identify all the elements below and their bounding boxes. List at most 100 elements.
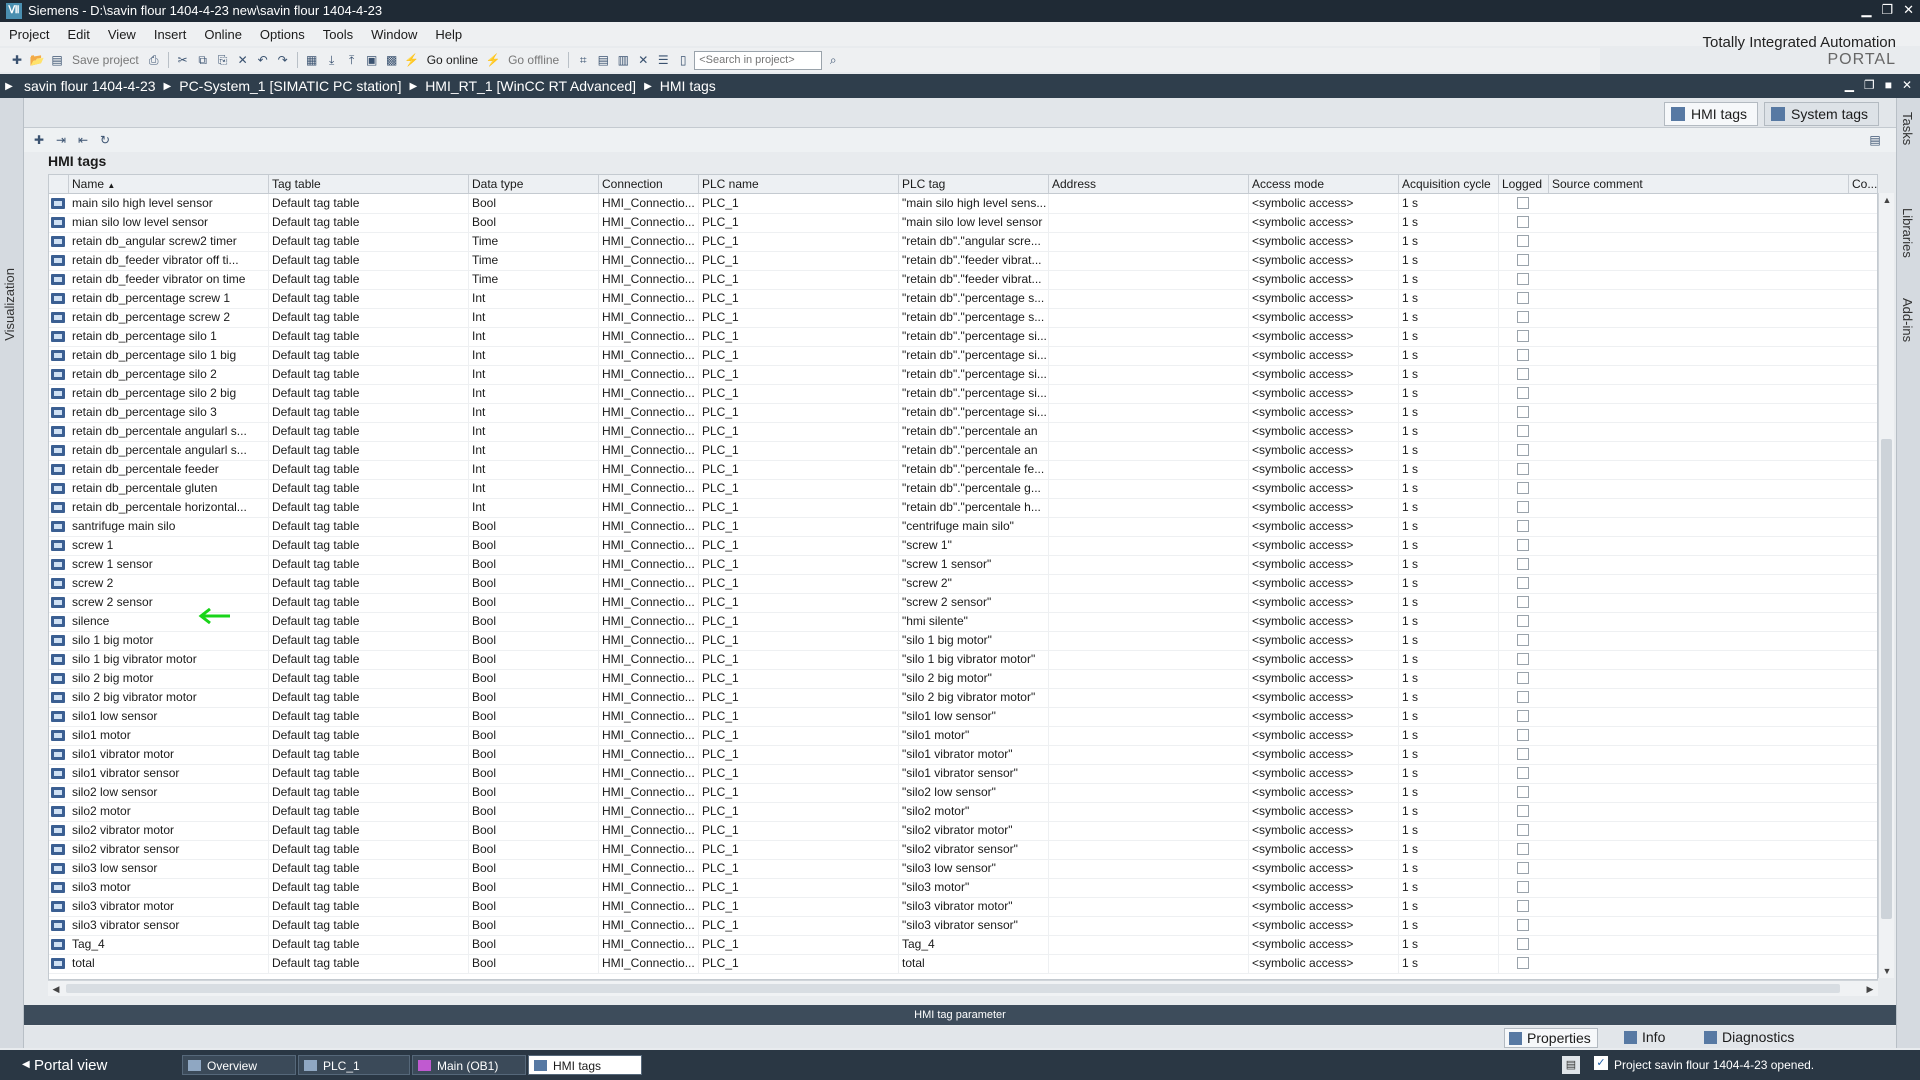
undo-icon[interactable]: ↶ [254, 51, 272, 69]
cell-access-mode[interactable]: <symbolic access> [1249, 897, 1399, 916]
breadcrumb-pc-system[interactable]: PC-System_1 [SIMATIC PC station] [173, 78, 407, 94]
cell-plc-tag[interactable]: "retain db"."percentale an [899, 441, 1049, 460]
table-row[interactable]: retain db_percentage silo 1 Default tag t… [49, 327, 1877, 347]
editor-maximize-icon[interactable]: ■ [1885, 78, 1892, 92]
cell-plc-name[interactable]: PLC_1 [699, 308, 899, 327]
cell-name[interactable]: retain db_percentage screw 1 [69, 289, 269, 308]
cell-name[interactable]: retain db_percentage screw 2 [69, 308, 269, 327]
cell-connection[interactable]: HMI_Connectio... [599, 498, 699, 517]
cell-connection[interactable]: HMI_Connectio... [599, 403, 699, 422]
column-header-data-type[interactable]: Data type [469, 175, 599, 193]
cell-plc-name[interactable]: PLC_1 [699, 726, 899, 745]
menu-project[interactable]: Project [0, 27, 58, 42]
cell-plc-tag[interactable]: "centrifuge main silo" [899, 517, 1049, 536]
cell-tag-table[interactable]: Default tag table [269, 574, 469, 593]
cell-connection[interactable]: HMI_Connectio... [599, 593, 699, 612]
cell-acquisition-cycle[interactable]: 1 s [1399, 612, 1499, 631]
table-row[interactable]: silo2 vibrator sensor Default tag table Bo… [49, 840, 1877, 860]
cell-address[interactable] [1049, 726, 1249, 745]
taskbar-hmi-tags[interactable]: HMI tags [528, 1055, 642, 1075]
cell-address[interactable] [1049, 479, 1249, 498]
cell-data-type[interactable]: Bool [469, 536, 599, 555]
cell-access-mode[interactable]: <symbolic access> [1249, 916, 1399, 935]
cell-plc-tag[interactable]: "retain db"."percentage si... [899, 384, 1049, 403]
logged-checkbox[interactable] [1517, 881, 1529, 893]
cell-data-type[interactable]: Bool [469, 764, 599, 783]
cell-acquisition-cycle[interactable]: 1 s [1399, 574, 1499, 593]
cell-data-type[interactable]: Bool [469, 669, 599, 688]
cell-tag-table[interactable]: Default tag table [269, 422, 469, 441]
cell-plc-name[interactable]: PLC_1 [699, 631, 899, 650]
cell-plc-tag[interactable]: "retain db"."angular scre... [899, 232, 1049, 251]
cell-access-mode[interactable]: <symbolic access> [1249, 574, 1399, 593]
cell-plc-name[interactable]: PLC_1 [699, 688, 899, 707]
cell-plc-tag[interactable]: "silo2 vibrator sensor" [899, 840, 1049, 859]
cell-tag-table[interactable]: Default tag table [269, 270, 469, 289]
cell-data-type[interactable]: Int [469, 384, 599, 403]
cell-plc-name[interactable]: PLC_1 [699, 194, 899, 213]
cell-acquisition-cycle[interactable]: 1 s [1399, 840, 1499, 859]
cell-tag-table[interactable]: Default tag table [269, 384, 469, 403]
cell-plc-name[interactable]: PLC_1 [699, 251, 899, 270]
go-offline-button[interactable]: Go offline [504, 53, 563, 67]
cell-data-type[interactable]: Bool [469, 574, 599, 593]
cell-access-mode[interactable]: <symbolic access> [1249, 479, 1399, 498]
editor-minimize-icon[interactable]: ▁ [1845, 78, 1854, 92]
cell-plc-name[interactable]: PLC_1 [699, 365, 899, 384]
cell-address[interactable] [1049, 707, 1249, 726]
cell-connection[interactable]: HMI_Connectio... [599, 194, 699, 213]
cell-connection[interactable]: HMI_Connectio... [599, 555, 699, 574]
logged-checkbox[interactable] [1517, 216, 1529, 228]
table-row[interactable]: silo1 low sensor Default tag table Bool HMI… [49, 707, 1877, 727]
table-row[interactable]: retain db_feeder vibrator on time Default… [49, 270, 1877, 290]
logged-checkbox[interactable] [1517, 862, 1529, 874]
cell-acquisition-cycle[interactable]: 1 s [1399, 251, 1499, 270]
table-row[interactable]: retain db_percentale gluten Default tag t… [49, 479, 1877, 499]
go-offline-icon[interactable]: ⚡ [484, 51, 502, 69]
cell-name[interactable]: retain db_percentale angularl s... [69, 422, 269, 441]
cell-access-mode[interactable]: <symbolic access> [1249, 232, 1399, 251]
cell-plc-name[interactable]: PLC_1 [699, 840, 899, 859]
upload-icon[interactable]: ⤒ [343, 51, 361, 69]
cell-name[interactable]: silo 1 big motor [69, 631, 269, 650]
cell-address[interactable] [1049, 270, 1249, 289]
new-project-icon[interactable]: ✚ [8, 51, 26, 69]
cell-name[interactable]: silence [69, 612, 269, 631]
column-header-plc-name[interactable]: PLC name [699, 175, 899, 193]
cell-acquisition-cycle[interactable]: 1 s [1399, 498, 1499, 517]
cell-plc-tag[interactable]: "silo1 motor" [899, 726, 1049, 745]
cell-data-type[interactable]: Bool [469, 802, 599, 821]
cell-plc-name[interactable]: PLC_1 [699, 498, 899, 517]
cross-reference-icon[interactable]: ▤ [594, 51, 612, 69]
cell-address[interactable] [1049, 574, 1249, 593]
cell-access-mode[interactable]: <symbolic access> [1249, 688, 1399, 707]
compile-icon[interactable]: ▦ [303, 51, 321, 69]
stop-simulation-icon[interactable]: ▩ [383, 51, 401, 69]
cell-plc-name[interactable]: PLC_1 [699, 593, 899, 612]
cell-name[interactable]: silo2 vibrator motor [69, 821, 269, 840]
cell-plc-tag[interactable]: "screw 2 sensor" [899, 593, 1049, 612]
cell-access-mode[interactable]: <symbolic access> [1249, 270, 1399, 289]
cell-connection[interactable]: HMI_Connectio... [599, 688, 699, 707]
cell-address[interactable] [1049, 327, 1249, 346]
cell-plc-tag[interactable]: "silo 2 big vibrator motor" [899, 688, 1049, 707]
table-row[interactable]: silo 2 big motor Default tag table Bool HMI… [49, 669, 1877, 689]
table-row[interactable]: silo3 vibrator sensor Default tag table Bo… [49, 916, 1877, 936]
cell-access-mode[interactable]: <symbolic access> [1249, 669, 1399, 688]
cell-plc-tag[interactable]: "silo1 low sensor" [899, 707, 1049, 726]
cell-tag-table[interactable]: Default tag table [269, 498, 469, 517]
cell-connection[interactable]: HMI_Connectio... [599, 650, 699, 669]
cell-connection[interactable]: HMI_Connectio... [599, 251, 699, 270]
cell-access-mode[interactable]: <symbolic access> [1249, 821, 1399, 840]
logged-checkbox[interactable] [1517, 729, 1529, 741]
cell-data-type[interactable]: Bool [469, 555, 599, 574]
cell-access-mode[interactable]: <symbolic access> [1249, 517, 1399, 536]
breadcrumb-project[interactable]: savin flour 1404-4-23 [18, 78, 162, 94]
cell-address[interactable] [1049, 631, 1249, 650]
cell-name[interactable]: retain db_feeder vibrator off ti... [69, 251, 269, 270]
cell-plc-name[interactable]: PLC_1 [699, 859, 899, 878]
table-row[interactable]: retain db_percentale horizontal... Defaul… [49, 498, 1877, 518]
cell-plc-tag[interactable]: "retain db"."percentale h... [899, 498, 1049, 517]
cell-plc-tag[interactable]: "silo3 vibrator motor" [899, 897, 1049, 916]
cell-plc-name[interactable]: PLC_1 [699, 650, 899, 669]
